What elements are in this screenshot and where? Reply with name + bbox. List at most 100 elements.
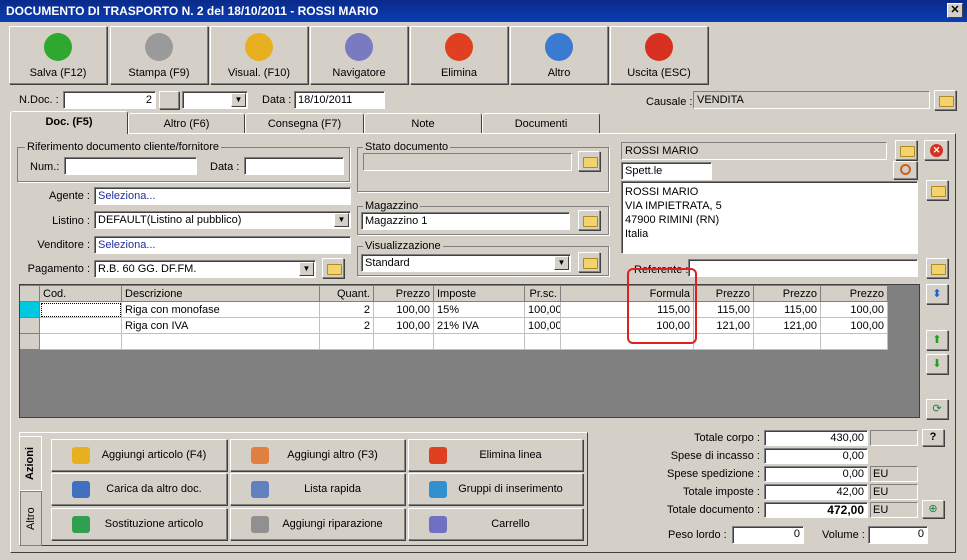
pagamento-folder-icon[interactable] <box>322 258 344 278</box>
grid-cell[interactable]: Riga con monofase <box>122 302 320 318</box>
action-button-2[interactable]: Elimina linea <box>408 439 583 471</box>
grid-cell[interactable]: 115,00 <box>754 302 821 318</box>
grid-cell[interactable]: 121,00 <box>754 318 821 334</box>
visualizzazione-folder-icon[interactable] <box>578 252 600 272</box>
grid-cell[interactable]: 100,00 <box>525 318 561 334</box>
help-button[interactable]: ? <box>922 429 944 446</box>
toolbar-button-4[interactable]: Elimina <box>410 26 508 84</box>
referente-folder-icon[interactable] <box>926 258 948 278</box>
grid-cell[interactable]: Riga con IVA <box>122 318 320 334</box>
column-header[interactable]: Prezzo <box>694 286 754 302</box>
ndoc-extra-button[interactable] <box>159 91 179 109</box>
action-button-3[interactable]: Carica da altro doc. <box>51 473 227 505</box>
row-selector[interactable] <box>20 318 40 334</box>
ndoc-field[interactable]: 2 <box>63 91 156 109</box>
toolbar-button-0[interactable]: Salva (F12) <box>9 26 107 84</box>
grid-cell[interactable]: 2 <box>320 302 374 318</box>
rif-num-field[interactable] <box>64 157 197 175</box>
totale-imposte-field[interactable]: 42,00 <box>764 484 868 500</box>
grid-cell[interactable]: 100,00 <box>374 318 434 334</box>
tab-altro-actions[interactable]: Altro <box>20 491 42 546</box>
toolbar-button-1[interactable]: Stampa (F9) <box>110 26 208 84</box>
recalc-button[interactable]: ⟳ <box>926 399 948 419</box>
action-button-5[interactable]: Gruppi di inserimento <box>408 473 583 505</box>
grid-cell[interactable]: 100,00 <box>821 318 888 334</box>
grid-cell[interactable] <box>754 334 821 350</box>
action-button-1[interactable]: Aggiungi altro (F3) <box>230 439 405 471</box>
close-window-button[interactable]: ✕ <box>947 3 963 18</box>
series-combo[interactable]: ▼ <box>182 91 248 109</box>
column-header[interactable]: Quant. <box>320 286 374 302</box>
tab-0[interactable]: Doc. (F5) <box>10 111 128 134</box>
move-down-button[interactable]: ⬇ <box>926 354 948 374</box>
column-header[interactable]: Prezzo <box>374 286 434 302</box>
grid-cell[interactable]: 2 <box>320 318 374 334</box>
grid-cell[interactable] <box>320 334 374 350</box>
peso-lordo-field[interactable]: 0 <box>732 526 804 544</box>
data-field[interactable]: 18/10/2011 <box>294 91 385 109</box>
causale-folder-icon[interactable] <box>934 90 956 110</box>
row-selector[interactable] <box>20 302 40 318</box>
listino-combo[interactable]: DEFAULT(Listino al pubblico) ▼ <box>94 211 351 229</box>
grid-cell[interactable] <box>40 302 122 318</box>
spett-field[interactable]: Spett.le <box>621 162 712 180</box>
cliente-refresh-button[interactable] <box>893 161 917 179</box>
tab-azioni[interactable]: Azioni <box>20 436 42 491</box>
grid-cell[interactable] <box>694 334 754 350</box>
referente-field[interactable] <box>688 259 918 277</box>
clear-cliente-button[interactable]: ✕ <box>924 140 948 160</box>
action-button-7[interactable]: Aggiungi riparazione <box>230 508 405 540</box>
grid-cell[interactable] <box>122 334 320 350</box>
action-button-6[interactable]: Sostituzione articolo <box>51 508 227 540</box>
address-folder-icon[interactable] <box>926 180 948 200</box>
column-header[interactable]: Imposte <box>434 286 525 302</box>
grid-cell[interactable]: 100,00 <box>821 302 888 318</box>
magazzino-folder-icon[interactable] <box>578 210 600 230</box>
column-header[interactable]: Cod. <box>40 286 122 302</box>
column-header[interactable]: Descrizione <box>122 286 320 302</box>
grid-cell[interactable] <box>821 334 888 350</box>
toolbar-button-5[interactable]: Altro <box>510 26 608 84</box>
spese-incasso-field[interactable]: 0,00 <box>764 448 868 464</box>
move-up-button[interactable]: ⬆ <box>926 330 948 350</box>
toolbar-button-3[interactable]: Navigatore <box>310 26 408 84</box>
cliente-folder-icon[interactable] <box>895 140 917 160</box>
grid-cell[interactable]: 121,00 <box>694 318 754 334</box>
row-selector[interactable] <box>20 334 40 350</box>
visualizzazione-combo[interactable]: Standard ▼ <box>361 254 571 272</box>
grid-cell[interactable]: 21% IVA <box>434 318 525 334</box>
grid-cell[interactable]: 115,00 <box>694 302 754 318</box>
move-top-button[interactable]: ⬍ <box>926 284 948 304</box>
chevron-down-icon[interactable]: ▼ <box>231 93 246 107</box>
cliente-address[interactable]: ROSSI MARIO VIA IMPIETRATA, 5 47900 RIMI… <box>621 181 918 254</box>
grid-cell[interactable] <box>525 334 561 350</box>
chevron-down-icon[interactable]: ▼ <box>299 262 314 276</box>
cliente-name-field[interactable]: ROSSI MARIO <box>621 142 887 160</box>
volume-field[interactable]: 0 <box>868 526 928 544</box>
grid-cell[interactable] <box>40 334 122 350</box>
column-header[interactable]: Prezzo <box>821 286 888 302</box>
totale-detail-button[interactable]: ⊕ <box>922 500 944 518</box>
tab-3[interactable]: Note <box>364 113 482 134</box>
magazzino-field[interactable]: Magazzino 1 <box>361 212 570 230</box>
action-button-4[interactable]: Lista rapida <box>230 473 405 505</box>
tab-1[interactable]: Altro (F6) <box>128 113 245 134</box>
grid-cell[interactable]: 100,00 <box>525 302 561 318</box>
totale-documento-field[interactable]: 472,00 <box>764 502 868 518</box>
column-header[interactable]: Pr.sc. <box>525 286 561 302</box>
action-button-0[interactable]: Aggiungi articolo (F4) <box>51 439 227 471</box>
tab-2[interactable]: Consegna (F7) <box>245 113 364 134</box>
grid-cell[interactable]: 100,00 <box>374 302 434 318</box>
spese-spedizione-field[interactable]: 0,00 <box>764 466 868 482</box>
causale-field[interactable]: VENDITA <box>693 91 930 109</box>
chevron-down-icon[interactable]: ▼ <box>334 213 349 227</box>
venditore-field[interactable]: Seleziona... <box>94 236 351 254</box>
grid-cell[interactable] <box>434 334 525 350</box>
grid-cell[interactable]: 15% <box>434 302 525 318</box>
stato-folder-icon[interactable] <box>578 151 600 171</box>
tab-4[interactable]: Documenti <box>482 113 600 134</box>
action-button-8[interactable]: Carrello <box>408 508 583 540</box>
totale-corpo-field[interactable]: 430,00 <box>764 430 868 446</box>
grid-cell[interactable] <box>374 334 434 350</box>
stato-field[interactable] <box>363 153 572 171</box>
